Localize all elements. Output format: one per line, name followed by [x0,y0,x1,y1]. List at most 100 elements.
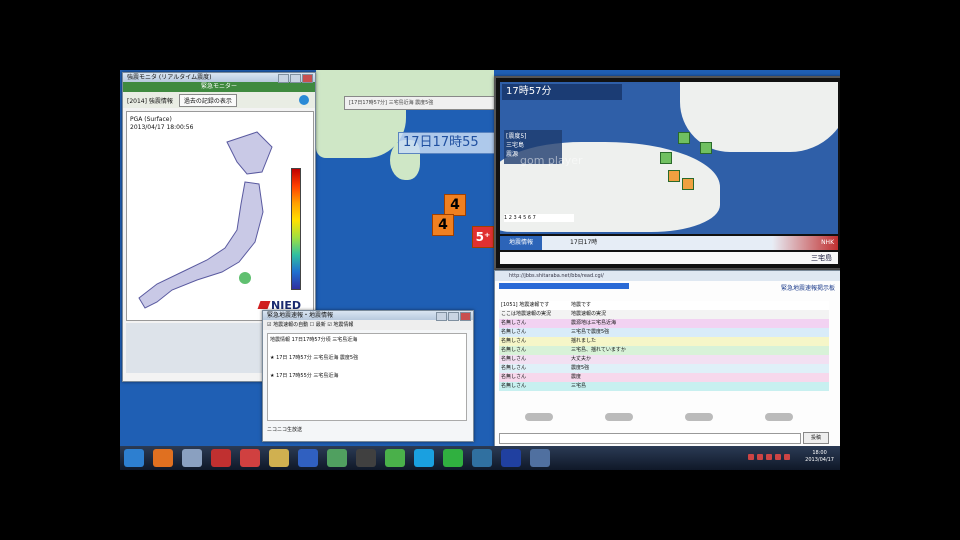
list-item: 名無しさん 大丈夫か [499,355,829,364]
options-row[interactable]: ☑ 地震速報の自動 ☐ 最新 ☑ 地震情報 [263,320,473,330]
folder-icon[interactable] [269,449,289,467]
broadcast-info-bar: 地震情報 17日17時 NHK [500,236,838,250]
comment-titlebar[interactable]: 緊急地震速報・地震情報 [263,311,473,321]
media-icon[interactable] [472,449,492,467]
clock-time: 18:00 [812,450,827,456]
nav-button[interactable] [765,413,793,421]
system-tray [748,454,790,460]
list-item: 名無しさん 震源地は三宅島近海 [499,319,829,328]
tab-label[interactable]: [2014] 強震情報 [127,96,173,105]
nied-titlebar[interactable]: 強震モニタ (リアルタイム震度) [123,73,315,83]
japan-outline [138,131,273,309]
land-mass [316,70,494,98]
message-text: 大丈夫か [571,356,592,362]
history-button[interactable]: 過去の記録の表示 [178,93,237,107]
maximize-button[interactable] [448,312,459,321]
clock[interactable]: 18:00 2013/04/17 [805,450,834,464]
bbs-chat-window[interactable]: http://jbbs.shitaraba.net/bbs/read.cgi/ … [494,270,840,450]
intensity-marker [660,152,672,164]
message-author: [1051] 地震速報です [501,302,550,308]
message-text: 震度 [571,374,582,380]
message-author: 名無しさん [501,329,527,335]
minimize-button[interactable] [278,74,289,83]
intensity-marker [678,132,690,144]
message-author: 名無しさん [501,374,527,380]
load-progress [499,283,629,289]
message-text: 震度5強 [571,365,590,371]
app2-icon[interactable] [501,449,521,467]
message-input[interactable] [499,433,801,444]
intensity-marker [682,178,694,190]
message-text: 三宅島、揺れていますか [571,347,626,353]
quake-time-label: 17日17時55 [398,132,502,154]
player-watermark: gom player [520,154,583,167]
comment-footer: ニコニコ生放送 [267,427,303,433]
chat-icon[interactable] [385,449,405,467]
nhk-logo: NHK [772,236,838,250]
list-item: 名無しさん 三宅島で震度5強 [499,328,829,337]
nav-button[interactable] [525,413,553,421]
quake-intensity-marker-max: 5⁺ [472,226,494,248]
photo-icon[interactable] [327,449,347,467]
intensity-legend: 1 2 3 4 5 6 7 [504,214,574,222]
message-text: 三宅島で震度5強 [571,329,610,335]
desktop: [17日17時57分] 三宅島近海 震度5強 17日17時55 4 4 5⁺ 強… [120,70,840,470]
green-icon[interactable] [443,449,463,467]
list-item: ここは地震速報の実況 地震速報の実況 [499,310,829,319]
taskbar: 18:00 2013/04/17 [120,446,840,470]
skype-icon[interactable] [414,449,434,467]
close-button[interactable] [302,74,313,83]
list-item: [1051] 地震速報です 地震です [499,301,829,310]
intensity-marker [700,142,712,154]
nav-button[interactable] [685,413,713,421]
quake-intensity-marker: 4 [444,194,466,216]
minimize-button[interactable] [436,312,447,321]
globe-icon[interactable] [299,95,309,105]
maximize-button[interactable] [290,74,301,83]
firefox-icon[interactable] [153,449,173,467]
list-item: 名無しさん 三宅島、揺れていますか [499,346,829,355]
sea-map-toolbar: [17日17時57分] 三宅島近海 震度5強 [344,96,500,110]
send-button[interactable]: 投稿 [803,432,829,444]
browser-icon[interactable] [240,449,260,467]
list-item: 名無しさん 震度5強 [499,364,829,373]
message-text: 揺れました [571,338,597,344]
earthquake-broadcast-window[interactable]: 17時57分 [震度5] 三宅島 震源 1 2 3 4 5 6 7 地震情報 1… [494,76,840,270]
quake-info-window[interactable]: 緊急地震速報・地震情報 ☑ 地震速報の自動 ☐ 最新 ☑ 地震情報 地震情報 1… [262,310,474,442]
quake-info-text: 地震情報 17日17時57分頃 三宅島近海 ★ 17日 17時57分 三宅島近海… [267,333,467,421]
monitor-header: 緊急モニター [123,82,315,92]
close-button[interactable] [460,312,471,321]
broadcast-ticker: 三宅島 [500,252,838,264]
quake-intensity-marker: 4 [432,214,454,236]
bar-time: 17日17時 [570,239,598,246]
broadcast-header: 17時57分 [502,84,622,100]
message-author: 名無しさん [501,356,527,362]
message-author: 名無しさん [501,383,527,389]
k-icon[interactable] [356,449,376,467]
mail-icon[interactable] [298,449,318,467]
nied-controls: [2014] 強震情報 過去の記録の表示 [123,92,315,108]
intensity-color-scale [291,168,301,290]
message-list: [1051] 地震速報です 地震です ここは地震速報の実況 地震速報の実況 名無しさん震… [499,301,829,391]
message-author: 名無しさん [501,320,527,326]
nav-button[interactable] [605,413,633,421]
clock-date: 2013/04/17 [805,457,834,463]
list-item: 名無しさん 三宅島 [499,382,829,391]
app-icon[interactable] [182,449,202,467]
message-author: 名無しさん [501,365,527,371]
message-text: 地震です [571,302,592,308]
list-item: 名無しさん 震度 [499,373,829,382]
app3-icon[interactable] [530,449,550,467]
message-text: 震源地は三宅島近海 [571,320,617,326]
intensity-marker [668,170,680,182]
start-orb-icon[interactable] [124,449,144,467]
message-author: 名無しさん [501,338,527,344]
comment-title: 緊急地震速報・地震情報 [267,312,334,319]
message-text: 三宅島 [571,383,587,389]
url-bar[interactable]: http://jbbs.shitaraba.net/bbs/read.cgi/ [495,271,840,281]
tool-icon[interactable] [211,449,231,467]
japan-intensity-map: PGA (Surface) 2013/04/17 18:00:56 NIED [126,111,314,321]
message-author: ここは地震速報の実況 [501,311,552,317]
message-author: 名無しさん [501,347,527,353]
list-item: 名無しさん 揺れました [499,337,829,346]
